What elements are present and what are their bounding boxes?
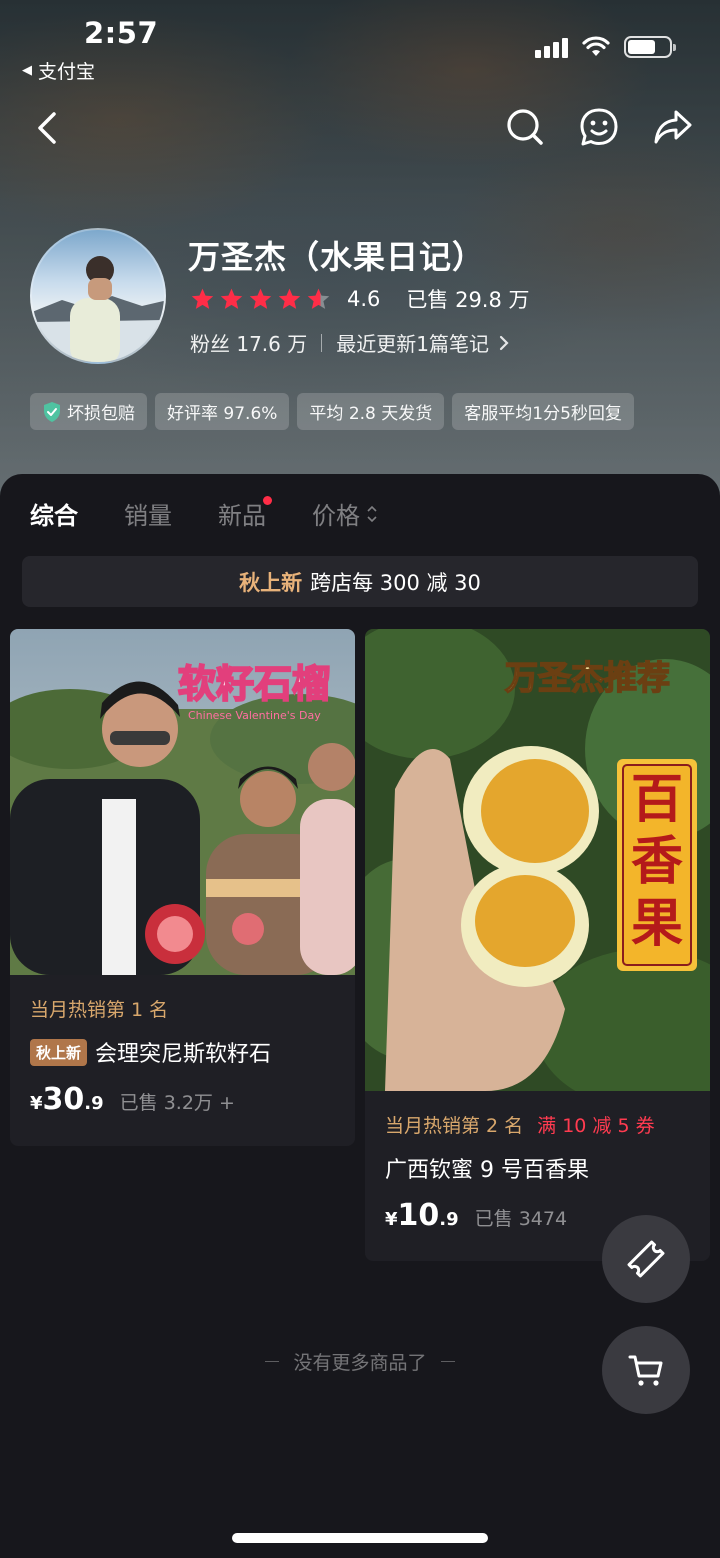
badge-positive-rate[interactable]: 好评率 97.6% — [155, 393, 290, 430]
shop-name: 万圣杰（水果日记） — [188, 238, 486, 276]
battery-icon — [624, 36, 676, 58]
tab-label: 价格 — [312, 502, 360, 530]
product-info: 当月热销第 1 名 秋上新 会理突尼斯软籽石 ¥ 30 .9 已售 3.2万 + — [30, 995, 339, 1117]
no-more-text: 没有更多商品了 — [293, 1352, 427, 1374]
new-dot-indicator — [263, 496, 272, 505]
star-icon — [307, 288, 330, 309]
cart-icon — [628, 1355, 663, 1386]
share-icon[interactable] — [652, 106, 694, 148]
tab-label: 销量 — [124, 502, 172, 530]
back-app-label: 支付宝 — [38, 61, 96, 83]
chevron-right-icon — [499, 335, 509, 350]
cart-button[interactable] — [602, 1326, 690, 1414]
ticket-icon — [627, 1240, 665, 1278]
image-overlay-title: 软籽石榴 — [178, 662, 330, 706]
wifi-icon — [582, 36, 610, 56]
title-row: 秋上新 会理突尼斯软籽石 — [30, 1036, 339, 1068]
back-triangle-icon: ◀ — [22, 63, 32, 78]
search-icon[interactable] — [504, 106, 546, 148]
badge-label: 坏损包赔 — [67, 404, 135, 424]
price-integer: 10 — [397, 1198, 440, 1233]
sales-rank: 当月热销第 1 名 — [30, 999, 169, 1021]
fans-row: 粉丝 17.6 万 最近更新1篇笔记 — [190, 328, 511, 357]
divider — [321, 333, 323, 352]
product-title: 会理突尼斯软籽石 — [95, 1042, 272, 1067]
cellular-signal-icon — [535, 36, 568, 58]
divider — [265, 1361, 280, 1362]
image-overlay-title: 万圣杰推荐 — [505, 658, 670, 697]
shop-avatar[interactable] — [30, 228, 166, 364]
rating-row: 4.6 已售 29.8 万 — [190, 284, 530, 314]
product-sold: 已售 3.2万 + — [119, 1092, 235, 1114]
product-tag: 秋上新 — [30, 1038, 88, 1066]
side-text: 百香果 — [630, 770, 683, 954]
star-icon — [278, 288, 301, 309]
tab-label: 新品 — [218, 502, 266, 530]
image-overlay-subtitle: Chinese Valentine's Day — [188, 709, 321, 722]
title-row: 广西钦蜜 9 号百香果 — [385, 1152, 694, 1184]
badge-damage-guarantee[interactable]: 坏损包赔 — [30, 393, 147, 430]
promo-text: 跨店每 300 减 30 — [310, 570, 481, 595]
badge-label: 客服平均1分5秒回复 — [464, 404, 622, 424]
star-icon — [220, 288, 243, 309]
shield-check-icon — [44, 401, 60, 422]
badge-service-response[interactable]: 客服平均1分5秒回复 — [452, 393, 634, 430]
star-icon — [191, 288, 214, 309]
badge-label: 好评率 97.6% — [167, 404, 278, 424]
promo-tag: 秋上新 — [239, 570, 303, 595]
badge-shipping-time[interactable]: 平均 2.8 天发货 — [297, 393, 445, 430]
image-side-text: 百香果 — [620, 769, 694, 955]
price-row: ¥ 30 .9 已售 3.2万 + — [30, 1082, 339, 1117]
star-icon — [249, 288, 272, 309]
price-decimal: .9 — [439, 1209, 459, 1230]
status-time: 2:57 — [84, 16, 159, 50]
nav-actions — [504, 106, 694, 148]
recent-update-link[interactable]: 最近更新1篇笔记 — [336, 328, 489, 357]
avatar-person-image — [32, 256, 164, 362]
home-indicator[interactable] — [232, 1533, 488, 1543]
price-decimal: .9 — [84, 1093, 104, 1114]
badge-label: 平均 2.8 天发货 — [309, 404, 433, 424]
sort-arrows-icon — [367, 505, 377, 522]
rating-score: 4.6 — [347, 287, 381, 311]
promo-banner[interactable]: 秋上新 跨店每 300 减 30 — [22, 556, 698, 607]
coupon-label[interactable]: 满 10 减 5 券 — [537, 1111, 654, 1138]
coupon-button[interactable] — [602, 1215, 690, 1303]
product-title: 广西钦蜜 9 号百香果 — [385, 1158, 589, 1183]
product-card[interactable]: 软籽石榴 Chinese Valentine's Day 当月热销第 1 名 秋… — [10, 629, 355, 1146]
product-image-pomegranate: 软籽石榴 Chinese Valentine's Day — [10, 629, 355, 975]
currency-symbol: ¥ — [30, 1093, 43, 1114]
sales-rank: 当月热销第 2 名 — [385, 1115, 524, 1137]
chevron-left-icon[interactable] — [28, 106, 68, 150]
service-badges: 坏损包赔 好评率 97.6% 平均 2.8 天发货 客服平均1分5秒回复 — [30, 393, 634, 430]
rank-row: 当月热销第 1 名 — [30, 995, 339, 1022]
tab-sales[interactable]: 销量 — [124, 496, 172, 531]
back-to-app-link[interactable]: ◀ 支付宝 — [22, 57, 95, 84]
currency-symbol: ¥ — [385, 1209, 398, 1230]
product-card[interactable]: 万圣杰推荐 百香果 当月热销第 2 名 满 10 减 5 券 广西钦蜜 9 号百… — [365, 629, 710, 1261]
customer-service-icon[interactable] — [578, 106, 620, 148]
status-icons — [535, 36, 676, 58]
sort-tabs: 综合 销量 新品 价格 — [30, 496, 378, 531]
shop-sold-count: 已售 29.8 万 — [406, 288, 530, 312]
fans-count: 粉丝 17.6 万 — [190, 332, 308, 356]
divider — [440, 1361, 455, 1362]
price-integer: 30 — [42, 1082, 85, 1117]
product-sold: 已售 3474 — [474, 1208, 568, 1230]
tab-overall[interactable]: 综合 — [30, 496, 78, 531]
tab-new[interactable]: 新品 — [218, 496, 272, 531]
rank-row: 当月热销第 2 名 满 10 减 5 券 — [385, 1111, 694, 1138]
tab-price[interactable]: 价格 — [312, 496, 378, 531]
tab-label: 综合 — [30, 502, 78, 530]
rating-stars — [190, 287, 331, 312]
